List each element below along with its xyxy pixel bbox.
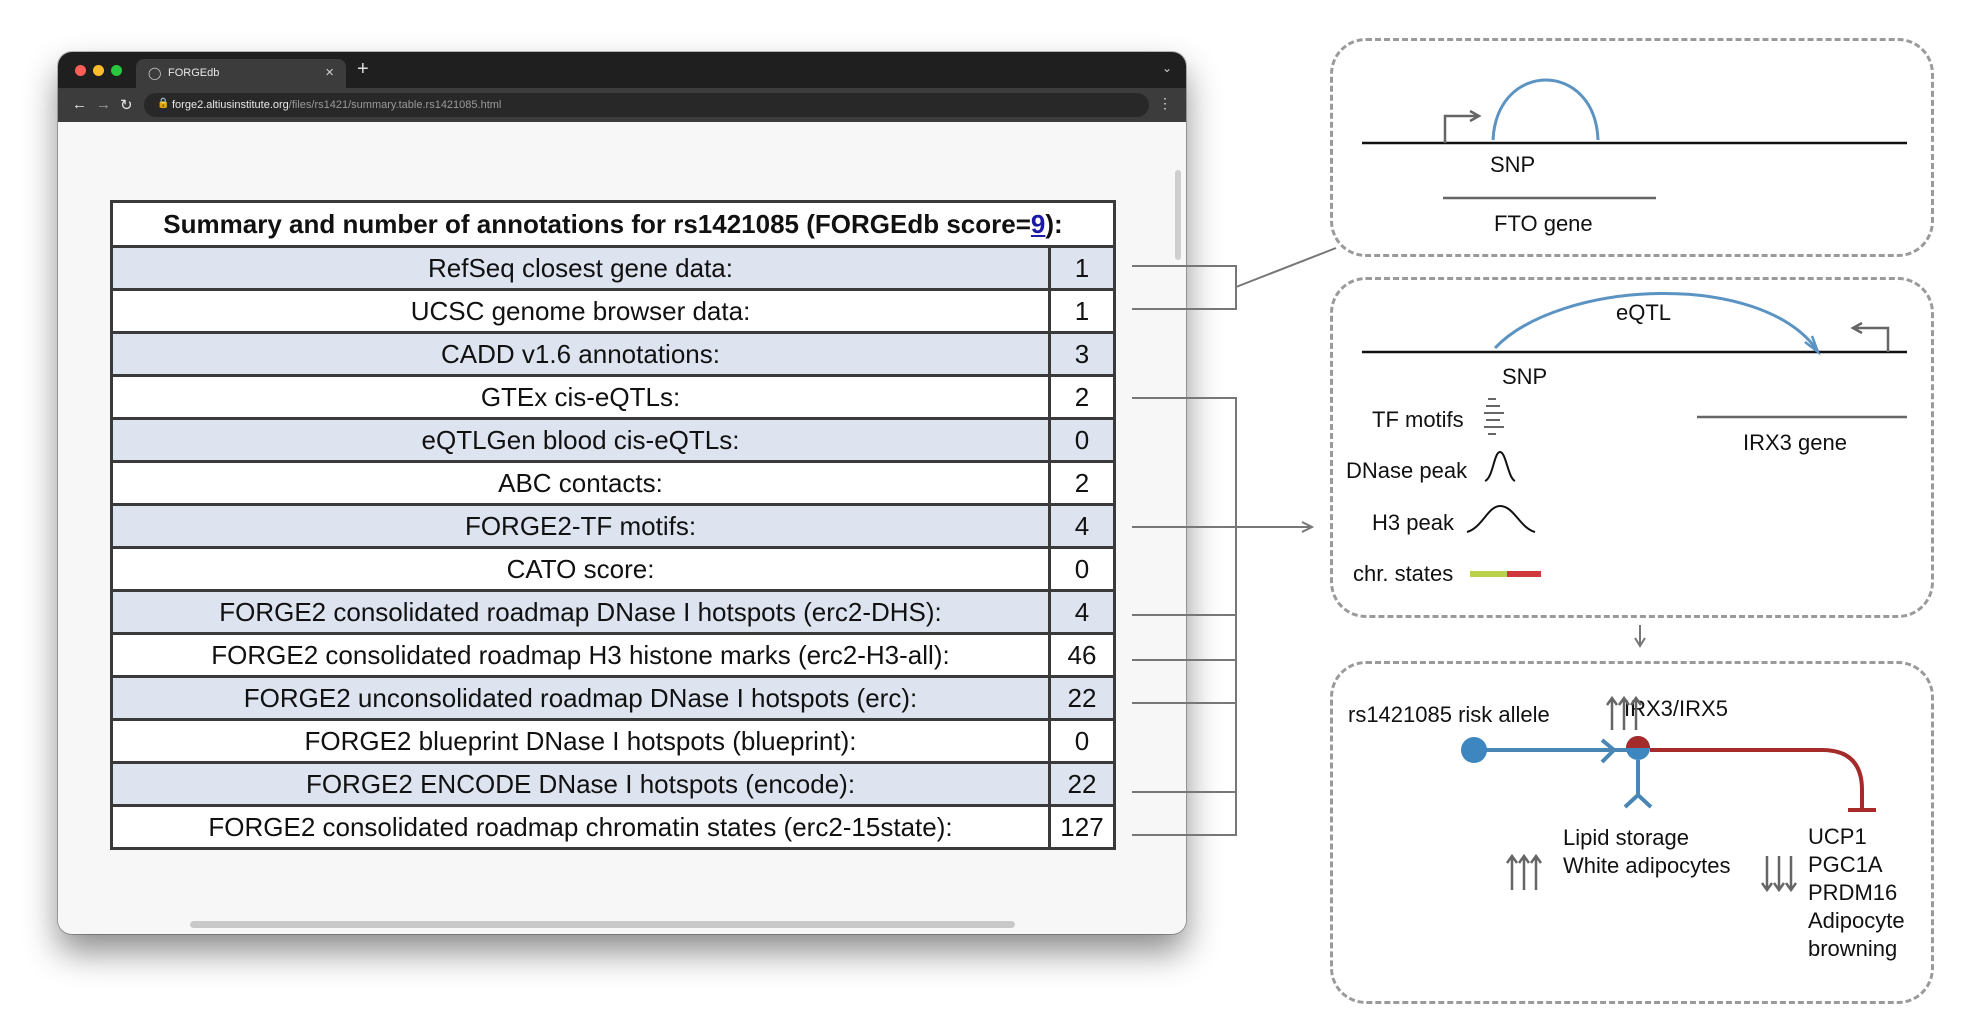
tf-motif-icon: [1484, 398, 1504, 435]
up-arrows-lipid-icon: [1505, 853, 1543, 890]
tss-arrow-icon: [1443, 109, 1482, 143]
dnase-peak-icon: [1484, 450, 1516, 482]
contact-arc: [1491, 78, 1600, 141]
inhibition-path: [1650, 748, 1864, 808]
diagram-overlay: [1132, 78, 1907, 893]
tss-arrow-icon: [1850, 321, 1890, 352]
arrow-panel2-to-panel3: [1634, 625, 1646, 648]
down-arrows-browning-icon: [1760, 856, 1798, 893]
h3-peak-icon: [1466, 504, 1536, 533]
risk-allele-node: [1461, 737, 1487, 763]
mechanism-graphic: [1461, 695, 1876, 893]
irx-hub-node-top: [1626, 736, 1650, 748]
bracket-eqtl-rows: [1132, 397, 1237, 836]
eqtl-arc: [1493, 292, 1819, 351]
bracket-connectors: [1132, 247, 1646, 836]
fto-locus-graphic: [1362, 78, 1907, 200]
irx3-locus-graphic: [1362, 292, 1907, 577]
bracket-rows-1-2: [1132, 247, 1337, 310]
lipid-branch: [1623, 760, 1653, 809]
up-arrows-irx-icon: [1605, 695, 1643, 730]
